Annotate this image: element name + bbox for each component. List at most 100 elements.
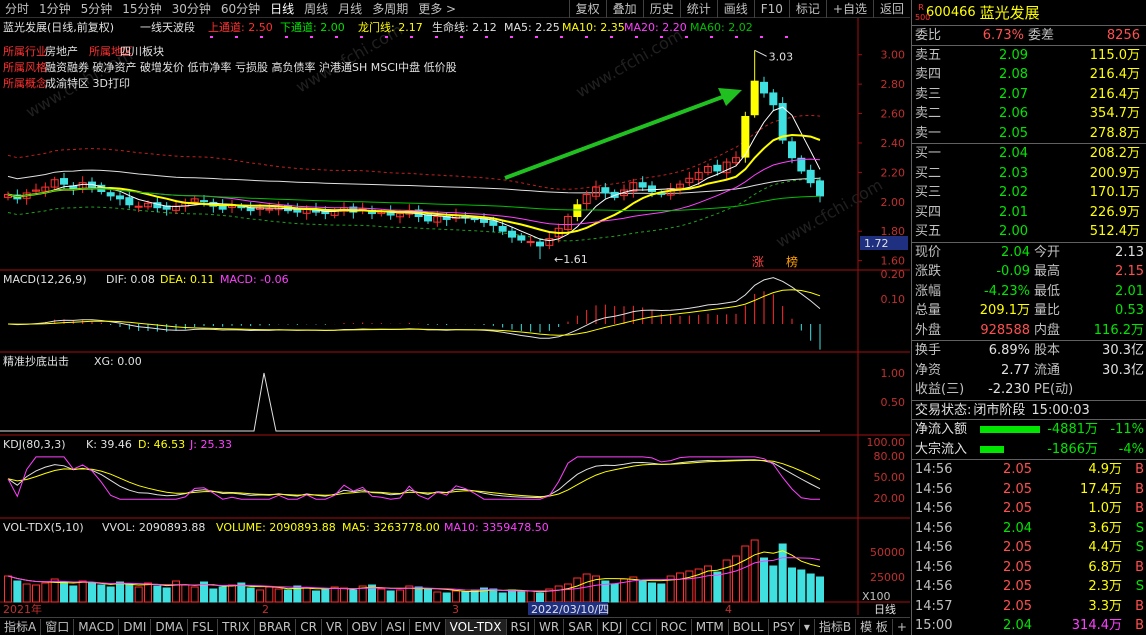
- ask-row-2[interactable]: 卖三 2.07 216.4万: [912, 85, 1146, 105]
- ask-row-3[interactable]: 卖二 2.06 354.7万: [912, 104, 1146, 124]
- fund-label-a: 收益(三): [915, 382, 965, 397]
- tick-time: 14:56: [915, 559, 953, 575]
- tick-list[interactable]: 14:56 2.05 4.9万 B 14:56 2.05 17.4万 B 14:56 2.05 1.…: [912, 460, 1146, 635]
- indicator-tab-16[interactable]: SAR: [564, 618, 598, 635]
- bid-row-1[interactable]: 买二 2.03 200.9万: [912, 164, 1146, 184]
- ask-row-1[interactable]: 卖四 2.08 216.4万: [912, 65, 1146, 85]
- indicator-tab-2[interactable]: MACD: [74, 618, 120, 635]
- volume-bar: [508, 589, 516, 603]
- tick-row-7[interactable]: 14:57 2.05 3.3万 B: [912, 597, 1146, 617]
- indicator-tab-13[interactable]: VOL-TDX: [445, 618, 507, 635]
- volume-bar: [106, 586, 115, 603]
- tick-row-2[interactable]: 14:56 2.05 1.0万 B: [912, 499, 1146, 519]
- ask-price: 2.06: [999, 106, 1028, 121]
- flow-label: 净流入额: [915, 422, 968, 437]
- indicator-tab-3[interactable]: DMI: [119, 618, 152, 635]
- indicator-tab-0[interactable]: 指标A: [0, 618, 42, 635]
- indicator-tab-22[interactable]: PSY: [769, 618, 800, 635]
- toolbar-button-1[interactable]: 叠加: [605, 0, 643, 18]
- chart-svg[interactable]: 3.002.802.602.402.202.001.801.603.03←1.6…: [0, 18, 910, 616]
- indicator-tab-19[interactable]: ROC: [657, 618, 692, 635]
- period-tab-10[interactable]: 更多 >: [413, 0, 461, 17]
- watermark-text: www.cfchi.com: [573, 25, 686, 101]
- period-tab-0[interactable]: 分时: [0, 0, 34, 17]
- toolbar-button-3[interactable]: 统计: [679, 0, 717, 18]
- indicator-tab-18[interactable]: CCI: [627, 618, 657, 635]
- tick-row-8[interactable]: 15:00 2.04 314.4万 B: [912, 616, 1146, 635]
- vol-unit: X100: [862, 590, 891, 603]
- period-tab-5[interactable]: 60分钟: [216, 0, 265, 17]
- indicator-tab-14[interactable]: RSI: [507, 618, 536, 635]
- kline-chart-area[interactable]: 3.00 2.80 2.60 2.40 2.20 2.00 1.80 1.60 3.03 ←1.6…: [0, 18, 910, 616]
- price-axis-label: 2.40: [881, 137, 906, 150]
- period-tab-4[interactable]: 30分钟: [167, 0, 216, 17]
- xg-signal-line: [0, 372, 820, 432]
- indicator-tab-5[interactable]: FSL: [188, 618, 219, 635]
- tick-row-6[interactable]: 14:56 2.05 2.3万 S: [912, 577, 1146, 597]
- period-tab-3[interactable]: 15分钟: [117, 0, 166, 17]
- period-tab-6[interactable]: 日线: [265, 0, 299, 17]
- tick-row-1[interactable]: 14:56 2.05 17.4万 B: [912, 480, 1146, 500]
- indicator-tab-11[interactable]: ASI: [382, 618, 411, 635]
- quote-label-a: 总量: [915, 303, 942, 318]
- indicator-tab-25[interactable]: 模 板: [856, 618, 893, 635]
- bid-row-2[interactable]: 买三 2.02 170.1万: [912, 183, 1146, 203]
- toolbar-button-2[interactable]: 历史: [642, 0, 680, 18]
- indicator-tab-21[interactable]: BOLL: [729, 618, 769, 635]
- indicator-tab-15[interactable]: WR: [535, 618, 565, 635]
- toolbar-button-8[interactable]: 返回: [872, 0, 910, 18]
- volume-bar: [13, 580, 22, 603]
- indicator-tab-12[interactable]: EMV: [410, 618, 446, 635]
- volume-bar: [116, 581, 124, 603]
- kdj-axis-label: 50.00: [874, 471, 906, 484]
- bid-row-0[interactable]: 买一 2.04 208.2万: [912, 144, 1146, 164]
- signal-dot: [760, 36, 763, 38]
- toolbar-button-5[interactable]: F10: [753, 0, 789, 18]
- trend-arrow-line: [504, 94, 726, 180]
- candle-body: [125, 197, 134, 206]
- ask-row-4[interactable]: 卖一 2.05 278.8万: [912, 124, 1146, 144]
- period-tab-9[interactable]: 多周期: [367, 0, 413, 17]
- toolbar-button-7[interactable]: +自选: [825, 0, 873, 18]
- ask-row-0[interactable]: 卖五 2.09 115.0万: [912, 46, 1146, 66]
- main-header-indicator: 一线天波段: [140, 20, 195, 34]
- period-tab-1[interactable]: 1分钟: [34, 0, 76, 17]
- tick-side: B: [1135, 618, 1144, 633]
- toolbar-button-4[interactable]: 画线: [716, 0, 754, 18]
- price-axis-label: 1.60: [881, 255, 906, 268]
- period-tab-7[interactable]: 周线: [299, 0, 333, 17]
- indicator-tab-4[interactable]: DMA: [151, 618, 189, 635]
- period-tab-8[interactable]: 月线: [333, 0, 367, 17]
- tick-row-5[interactable]: 14:56 2.05 6.8万 B: [912, 558, 1146, 578]
- ask-qty: 216.4万: [1089, 86, 1140, 102]
- weibi-label: 委比: [915, 28, 942, 43]
- indicator-tab-7[interactable]: BRAR: [255, 618, 297, 635]
- indicator-tab-26[interactable]: +: [893, 619, 910, 635]
- period-tab-2[interactable]: 5分钟: [76, 0, 118, 17]
- indicator-tab-20[interactable]: MTM: [692, 618, 729, 635]
- concept-value: 成渝特区 3D打印: [45, 76, 130, 90]
- indicator-tab-24[interactable]: 指标B: [815, 618, 857, 635]
- indicator-tab-1[interactable]: 窗口: [41, 618, 75, 635]
- indicator-tab-23[interactable]: ▾: [800, 618, 815, 635]
- fund-value-b: [1082, 380, 1144, 400]
- bid-row-4[interactable]: 买五 2.00 512.4万: [912, 222, 1146, 242]
- price-axis-label: 3.00: [881, 49, 906, 62]
- indicator-tab-8[interactable]: CR: [296, 618, 322, 635]
- toolbar-button-0[interactable]: 复权: [568, 0, 606, 18]
- indicator-tab-6[interactable]: TRIX: [218, 618, 255, 635]
- indicator-tab-9[interactable]: VR: [322, 618, 348, 635]
- toolbar-button-6[interactable]: 标记: [788, 0, 826, 18]
- weibi-row: 委比 6.73% 委差 8256: [912, 26, 1146, 46]
- signal-dot: [410, 36, 413, 38]
- fund-value-a: 2.77: [1001, 362, 1030, 378]
- tick-row-4[interactable]: 14:56 2.05 4.4万 S: [912, 538, 1146, 558]
- quote-value-a: 2.04: [1001, 244, 1030, 260]
- indicator-tab-17[interactable]: KDJ: [598, 618, 628, 635]
- quote-value-b: 0.53: [1115, 303, 1144, 318]
- bid-row-3[interactable]: 买四 2.01 226.9万: [912, 203, 1146, 223]
- indicator-tab-10[interactable]: OBV: [348, 618, 383, 635]
- volume-bar: [788, 567, 796, 603]
- tick-row-0[interactable]: 14:56 2.05 4.9万 B: [912, 460, 1146, 480]
- tick-row-3[interactable]: 14:56 2.04 3.6万 S: [912, 519, 1146, 539]
